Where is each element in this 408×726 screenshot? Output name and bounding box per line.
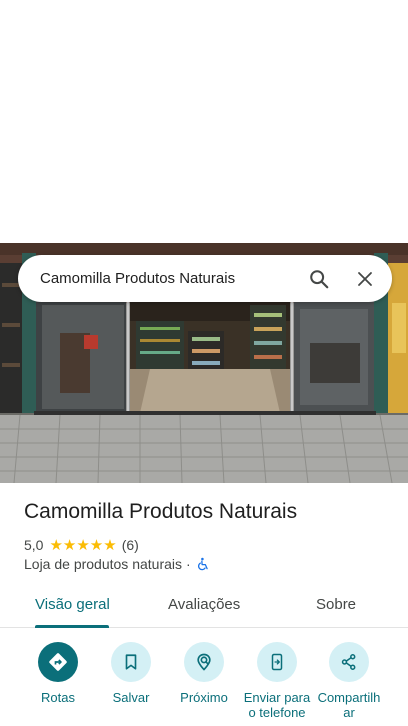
tab-reviews[interactable]: Avaliações [168, 596, 240, 613]
wheelchair-accessible-icon [196, 557, 210, 571]
place-category: Loja de produtos naturais [24, 556, 182, 572]
category-row: Loja de produtos naturais · [24, 556, 210, 572]
search-button[interactable] [296, 256, 342, 302]
tab-overview[interactable]: Visão geral [35, 596, 110, 613]
separator-dot: · [186, 556, 191, 572]
rating-value: 5,0 [24, 537, 44, 553]
directions-label: Rotas [41, 690, 75, 705]
active-tab-indicator [35, 625, 109, 628]
nearby-button[interactable]: Próximo [164, 642, 244, 705]
send-to-phone-icon [271, 653, 283, 671]
save-button[interactable]: Salvar [91, 642, 171, 705]
nearby-icon [197, 653, 211, 671]
review-count: (6) [121, 537, 139, 553]
search-input[interactable]: Camomilla Produtos Naturais [18, 270, 296, 287]
clear-search-button[interactable] [342, 256, 388, 302]
tab-about[interactable]: Sobre [316, 596, 356, 613]
send-to-phone-label: Enviar para o telefone [243, 690, 311, 720]
place-page: Camomilla Produtos Naturais Camomilla Pr… [0, 0, 408, 726]
rating-row[interactable]: 5,0 ★★★★★ (6) [24, 536, 139, 554]
share-icon [341, 654, 356, 670]
search-bar[interactable]: Camomilla Produtos Naturais [18, 255, 392, 302]
close-icon [358, 271, 372, 286]
directions-button[interactable]: Rotas [18, 642, 98, 705]
search-icon [310, 269, 329, 288]
save-label: Salvar [112, 690, 150, 705]
nearby-label: Próximo [180, 690, 228, 705]
share-button[interactable]: Compartilhar [309, 642, 389, 720]
bookmark-icon [125, 654, 137, 670]
send-to-phone-button[interactable]: Enviar para o telefone [237, 642, 317, 720]
star-rating-icon: ★★★★★ [49, 536, 117, 554]
directions-icon [49, 653, 67, 671]
tab-bar: Visão geral Avaliações Sobre [0, 586, 408, 628]
share-label: Compartilhar [317, 690, 381, 720]
place-title: Camomilla Produtos Naturais [24, 500, 298, 523]
